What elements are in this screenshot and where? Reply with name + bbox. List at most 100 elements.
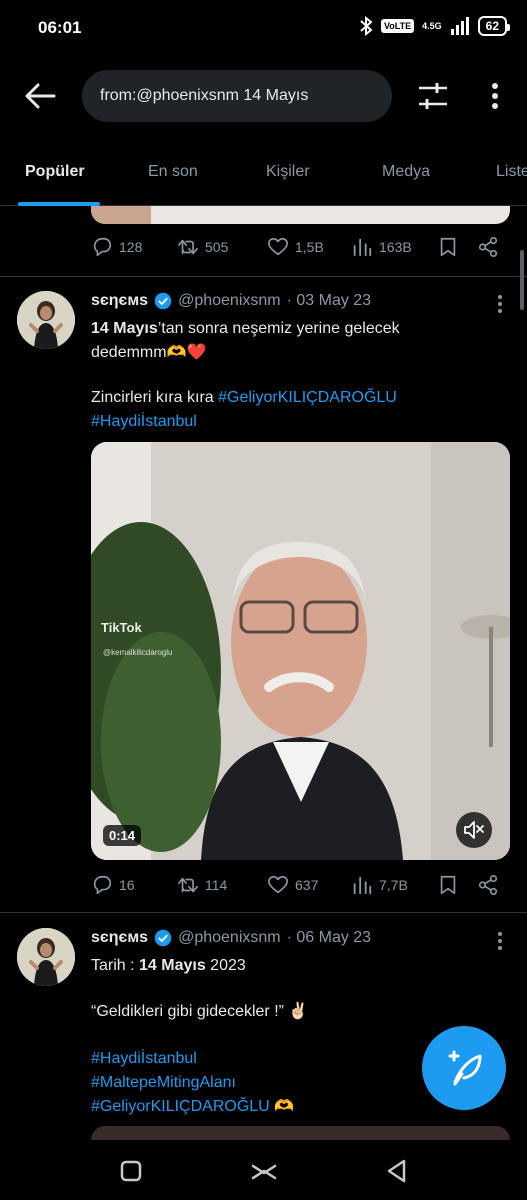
like-count: 637: [295, 877, 319, 893]
status-icons: VoLTE 4.5G 62: [359, 16, 511, 36]
views-button[interactable]: 163B: [351, 236, 412, 258]
tweet-text-line: “Geldikleri gibi gidecekler !” ✌🏻: [91, 1003, 309, 1020]
reply-icon: [93, 237, 112, 257]
prev-tweet-actions: 128 505 1,5B 163B: [91, 236, 511, 264]
reply-button[interactable]: 16: [91, 874, 135, 896]
retweet-icon: [178, 877, 198, 893]
tab-people[interactable]: Kişiler: [266, 163, 310, 181]
avatar-image: [17, 928, 75, 986]
tweet-date: · 06 May 23: [286, 929, 372, 946]
compose-button[interactable]: [422, 1026, 506, 1110]
bookmark-button[interactable]: [437, 236, 459, 258]
like-button[interactable]: 637: [267, 874, 318, 896]
heart-icon: [268, 875, 288, 894]
tweet-header: ѕєηємѕ @phoenixsnm · 06 May 23: [91, 929, 371, 947]
recent-apps-icon[interactable]: [114, 1154, 148, 1188]
views-icon: [353, 876, 372, 895]
hashtag-link[interactable]: #MaltepeMitingAlanı: [91, 1071, 236, 1095]
tweet-text-line: 14 Mayıs’tan sonra neşemiz yerine gelece…: [91, 317, 400, 341]
search-query: from:@phoenixsnm 14 Mayıs: [100, 87, 309, 104]
tab-lists[interactable]: Liste: [496, 163, 527, 181]
share-button[interactable]: [477, 236, 499, 258]
author-name[interactable]: ѕєηємѕ: [91, 929, 148, 947]
home-icon[interactable]: [247, 1154, 281, 1188]
bold-date: 14 Mayıs: [91, 320, 158, 337]
search-input[interactable]: from:@phoenixsnm 14 Mayıs: [82, 70, 392, 122]
battery-level: 62: [477, 16, 511, 36]
bookmark-button[interactable]: [437, 874, 459, 896]
tweet-text-line: Tarih : 14 Mayıs 2023: [91, 954, 246, 978]
verified-badge-icon: [154, 929, 172, 947]
signal-icon: [450, 17, 469, 35]
tweet-date: · 03 May 23: [286, 292, 372, 309]
hashtag-link[interactable]: #GeliyorKILIÇDAROĞLU: [91, 1098, 270, 1115]
bold-date: 14 Mayıs: [139, 957, 206, 974]
like-button[interactable]: 1,5B: [267, 236, 324, 258]
tweet-header: ѕєηємѕ @phoenixsnm · 03 May 23: [91, 292, 371, 310]
like-count: 1,5B: [295, 239, 324, 255]
tab-latest[interactable]: En son: [148, 163, 198, 181]
views-button[interactable]: 7,7B: [351, 874, 408, 896]
tweet-video[interactable]: TikTok @kemalkilicdaroglu 0:14: [91, 442, 510, 860]
tweet-text: Tarih :: [91, 957, 140, 974]
tiktok-handle: @kemalkilicdaroglu: [103, 648, 173, 657]
tab-media[interactable]: Medya: [382, 163, 430, 181]
volume-muted-icon: [464, 821, 484, 839]
bookmark-icon: [440, 875, 456, 895]
reply-icon: [93, 875, 112, 895]
retweet-button[interactable]: 114: [177, 874, 227, 896]
more-vertical-icon[interactable]: [482, 78, 508, 114]
compose-feather-icon: [448, 1050, 482, 1086]
back-triangle-icon[interactable]: [380, 1154, 414, 1188]
avatar-image: [17, 291, 75, 349]
tweet-text: Zincirleri kıra kıra: [91, 389, 219, 406]
hashtag-link[interactable]: #Haydiİstanbul: [91, 1047, 197, 1071]
tweet-text: 2023: [205, 957, 246, 974]
tweet-more-icon[interactable]: [490, 929, 510, 953]
reply-button[interactable]: 128: [91, 236, 142, 258]
prev-tweet-media[interactable]: [91, 206, 510, 224]
reply-count: 16: [119, 877, 135, 893]
share-button[interactable]: [477, 874, 499, 896]
tweet-divider: [0, 912, 527, 913]
tweet-text: ’tan sonra neşemiz yerine gelecek: [157, 320, 400, 337]
tweet-text-line: Zincirleri kıra kıra #GeliyorKILIÇDAROĞL…: [91, 386, 397, 410]
tweet-text-line: dedemmm🫶❤️: [91, 344, 207, 361]
views-icon: [353, 238, 372, 257]
tweet-text-line: #GeliyorKILIÇDAROĞLU 🫶: [91, 1095, 294, 1119]
retweet-icon: [178, 239, 198, 255]
emoji: 🫶: [269, 1098, 295, 1115]
sliders-icon[interactable]: [415, 78, 451, 114]
scrollbar[interactable]: [520, 250, 524, 310]
tab-active-indicator: [18, 202, 100, 206]
bookmark-icon: [440, 237, 456, 257]
views-count: 7,7B: [379, 877, 408, 893]
bluetooth-icon: [360, 16, 373, 36]
status-bar: 06:01 VoLTE 4.5G 62: [0, 0, 527, 56]
heart-icon: [268, 237, 288, 256]
retweet-button[interactable]: 505: [177, 236, 228, 258]
retweet-count: 114: [205, 877, 228, 893]
avatar[interactable]: [17, 291, 75, 349]
volte-badge: VoLTE: [380, 19, 415, 33]
network-type: 4.5G: [422, 21, 442, 31]
tweet-actions: 16 114 637 7,7B: [91, 874, 511, 902]
author-handle[interactable]: @phoenixsnm: [178, 292, 281, 310]
tweet-divider: [0, 276, 527, 277]
author-name[interactable]: ѕєηємѕ: [91, 292, 148, 310]
search-tabs: Popüler En son Kişiler Medya Liste: [0, 146, 527, 206]
mute-button[interactable]: [456, 812, 492, 848]
tiktok-watermark: TikTok: [101, 620, 142, 635]
views-count: 163B: [379, 239, 412, 255]
hashtag-link[interactable]: #Haydiİstanbul: [91, 410, 197, 434]
hashtag-link[interactable]: #GeliyorKILIÇDAROĞLU: [218, 389, 397, 406]
avatar[interactable]: [17, 928, 75, 986]
video-duration: 0:14: [103, 825, 142, 846]
author-handle[interactable]: @phoenixsnm: [178, 929, 281, 947]
tweet-more-icon[interactable]: [490, 292, 510, 316]
tab-popular[interactable]: Popüler: [25, 163, 85, 181]
back-arrow-icon[interactable]: [22, 80, 58, 112]
system-nav-bar: [0, 1140, 527, 1200]
share-icon: [478, 875, 498, 895]
share-icon: [478, 237, 498, 257]
